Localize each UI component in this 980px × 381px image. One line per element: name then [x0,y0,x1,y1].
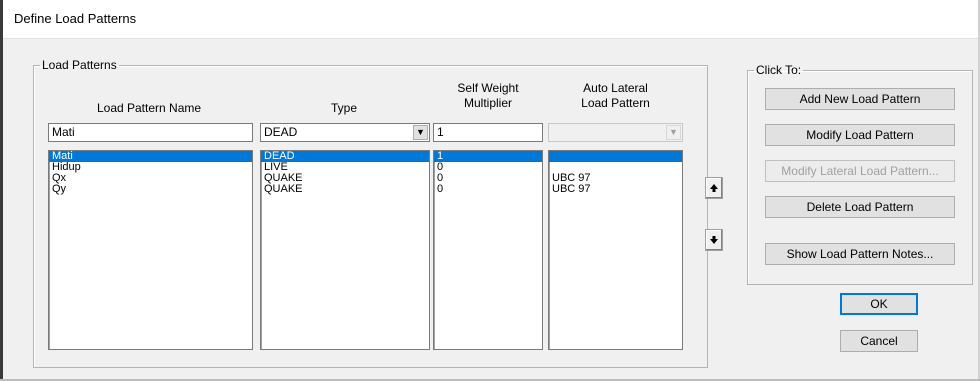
auto-lateral-list[interactable]: UBC 97 UBC 97 [548,150,683,350]
multiplier-cell[interactable]: 0 [434,162,542,173]
multiplier-cell[interactable]: 0 [434,184,542,195]
click-to-group-label: Click To: [756,63,802,77]
header-load-pattern-name: Load Pattern Name [96,101,202,115]
chevron-down-icon: ▼ [666,125,681,140]
define-load-patterns-dialog: Define Load Patterns Load Patterns Load … [0,0,980,381]
multiplier-cell[interactable]: 1 [434,151,542,162]
title-bar: Define Load Patterns [0,0,980,39]
arrow-down-icon [710,236,718,244]
multiplier-cell[interactable]: 0 [434,173,542,184]
cancel-button[interactable]: Cancel [840,330,918,352]
delete-load-pattern-button[interactable]: Delete Load Pattern [765,196,955,218]
name-cell[interactable]: Qy [49,184,252,195]
ok-button[interactable]: OK [840,293,918,315]
name-cell[interactable]: Hidup [49,162,252,173]
load-pattern-name-input[interactable]: Mati [48,123,253,142]
type-cell[interactable]: QUAKE [261,184,429,195]
move-up-button[interactable] [705,177,723,199]
name-cell[interactable]: Qx [49,173,252,184]
load-pattern-types-list[interactable]: DEAD LIVE QUAKE QUAKE [260,150,430,350]
add-new-load-pattern-button[interactable]: Add New Load Pattern [765,88,955,110]
header-self-weight-multiplier: Self Weight Multiplier [457,81,519,110]
load-patterns-group-label: Load Patterns [42,58,117,72]
chevron-down-icon[interactable]: ▼ [413,125,428,140]
show-load-pattern-notes-button[interactable]: Show Load Pattern Notes... [765,243,955,265]
move-down-button[interactable] [705,229,723,251]
self-weight-multipliers-list[interactable]: 1000 [433,150,543,350]
window-title: Define Load Patterns [14,11,137,26]
auto-lateral-dropdown: ▼ [548,123,683,142]
arrow-up-icon [710,184,718,192]
auto-lateral-cell[interactable]: UBC 97 [549,184,682,195]
load-pattern-names-list[interactable]: Mati Hidup Qx Qy [48,150,253,350]
modify-lateral-load-pattern-button[interactable]: Modify Lateral Load Pattern... [765,160,955,182]
header-auto-lateral-load-pattern: Auto Lateral Load Pattern [581,81,650,110]
window-border [0,0,3,381]
self-weight-multiplier-input[interactable]: 1 [433,123,543,142]
modify-load-pattern-button[interactable]: Modify Load Pattern [765,124,955,146]
header-type: Type [330,101,357,115]
type-dropdown[interactable]: DEAD ▼ [260,123,430,142]
auto-lateral-cell[interactable] [549,151,682,162]
